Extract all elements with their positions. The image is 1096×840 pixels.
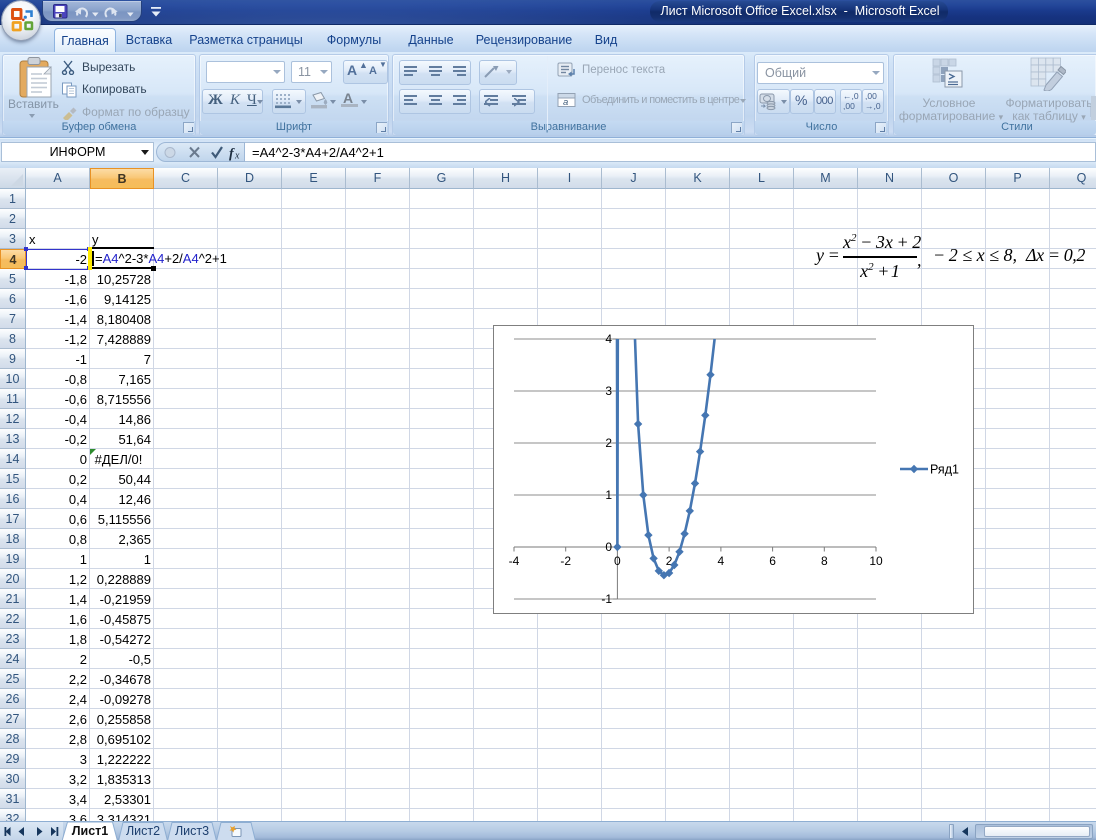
svg-text:-2: -2 bbox=[560, 554, 571, 568]
svg-text:a: a bbox=[563, 97, 568, 108]
svg-text:10: 10 bbox=[869, 554, 883, 568]
svg-text:4: 4 bbox=[718, 554, 725, 568]
svg-text:0: 0 bbox=[614, 554, 621, 568]
svg-text:2: 2 bbox=[605, 436, 612, 450]
svg-text:-1: -1 bbox=[601, 592, 612, 606]
svg-text:6: 6 bbox=[769, 554, 776, 568]
svg-text:3: 3 bbox=[605, 384, 612, 398]
svg-text:1: 1 bbox=[605, 488, 612, 502]
svg-text:Ряд1: Ряд1 bbox=[930, 463, 959, 477]
svg-text:-4: -4 bbox=[509, 554, 520, 568]
svg-text:x: x bbox=[234, 151, 240, 162]
svg-text:8: 8 bbox=[821, 554, 828, 568]
svg-text:0: 0 bbox=[605, 540, 612, 554]
svg-text:4: 4 bbox=[605, 332, 612, 346]
